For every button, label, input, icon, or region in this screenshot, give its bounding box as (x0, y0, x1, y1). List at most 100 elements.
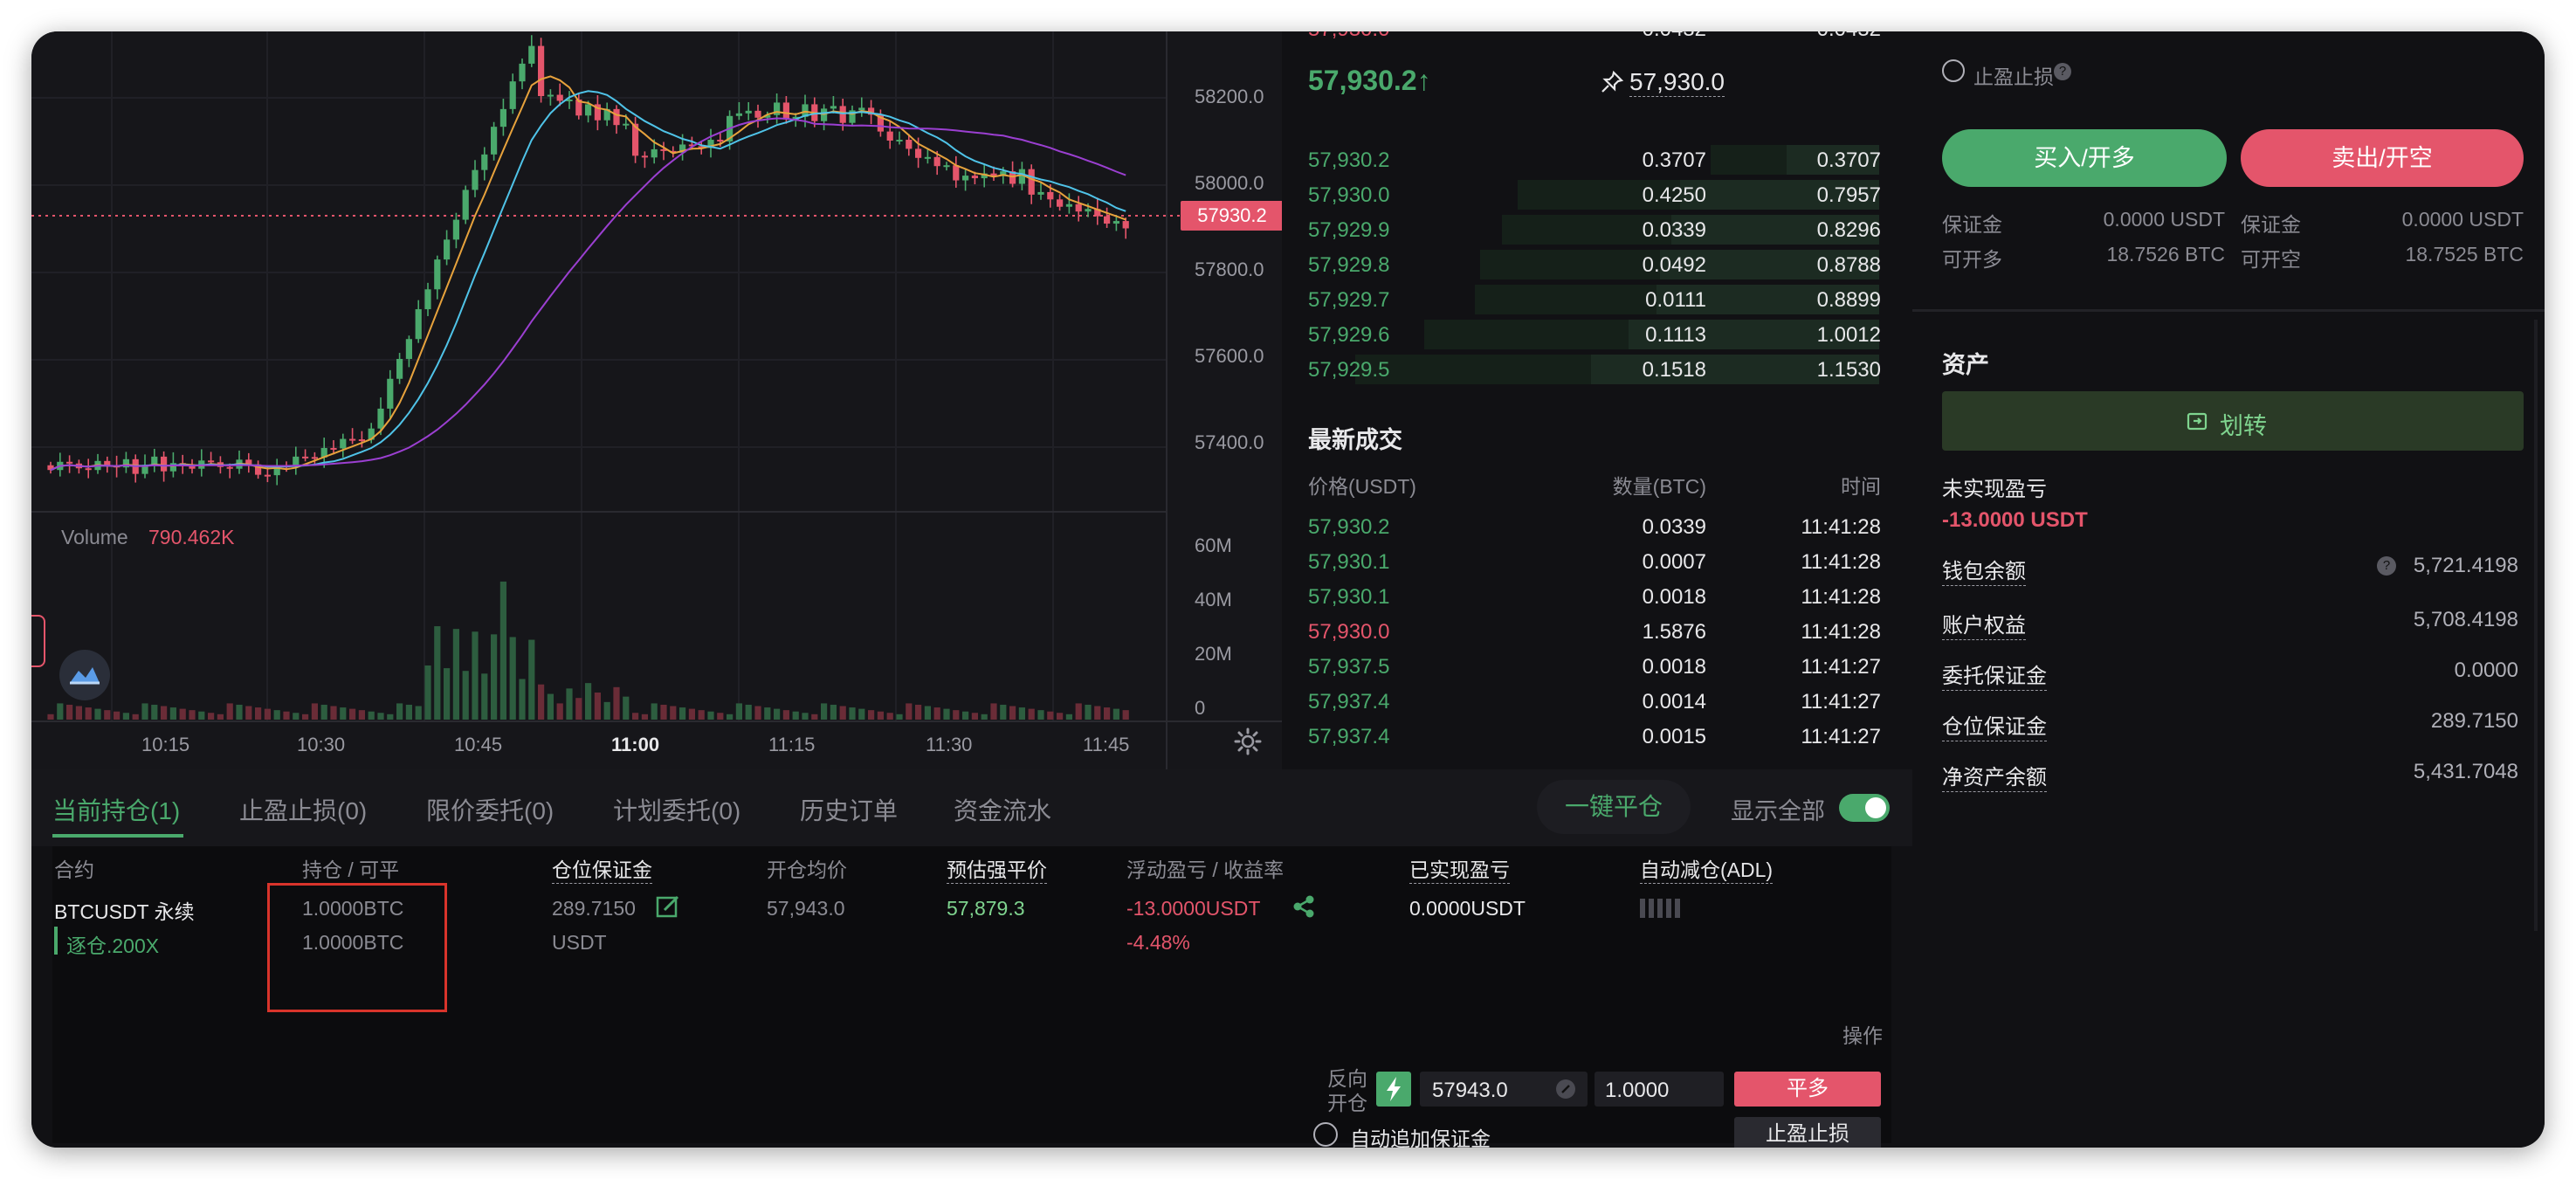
close-price-input[interactable]: 57943.0 (1420, 1072, 1588, 1107)
margin-mode: 逐仓.200X (66, 934, 160, 957)
asset-label[interactable]: 委托保证金 (1942, 658, 2047, 691)
candle (66, 455, 73, 473)
tpsl-button[interactable]: 止盈止损 (1734, 1117, 1881, 1148)
moving-average-line (50, 90, 1126, 472)
order-panel: 止盈止损 ? 买入/开多 卖出/开空 保证金 0.0000 USDT 保证金 0… (1912, 31, 2545, 1148)
price-axis-label: 58000.0 (1195, 172, 1264, 194)
moving-average-line (50, 117, 1126, 472)
position-contract[interactable]: BTCUSDT 永续 (54, 895, 195, 925)
asset-value: 0.0000 (2454, 658, 2518, 682)
price-reset-icon[interactable] (1556, 1079, 1575, 1099)
trade-time: 11:41:28 (1801, 620, 1881, 644)
sell-short-button[interactable]: 卖出/开空 (2241, 129, 2524, 187)
positions-panel: 当前持仓(1) 止盈止损(0) 限价委托(0) 计划委托(0) 历史订单 资金流… (31, 769, 1912, 1148)
drawing-toolbar-handle[interactable] (31, 615, 45, 667)
tradingview-logo-icon (59, 650, 110, 700)
bid-price: 57,930.0 (1308, 183, 1390, 207)
help-icon[interactable]: ? (2054, 63, 2071, 80)
volume-bar (868, 710, 875, 720)
position-roe: -4.48% (1126, 931, 1190, 954)
show-all-label: 显示全部 (1731, 798, 1825, 824)
bid-row[interactable]: 57,929.8 0.0492 0.8788 (1282, 248, 1912, 283)
tab-plan-orders[interactable]: 计划委托(0) (613, 792, 740, 827)
volume-bar (283, 711, 290, 720)
col-realized[interactable]: 已实现盈亏 (1409, 853, 1510, 884)
help-icon[interactable]: ? (2377, 556, 2396, 576)
col-adl[interactable]: 自动减仓(ADL) (1640, 853, 1774, 884)
mark-price-pin-icon (1600, 70, 1624, 94)
volume-bar (745, 704, 752, 720)
candle (538, 38, 545, 103)
volume-bar (727, 714, 734, 720)
time-axis-label: 10:15 (141, 734, 190, 755)
candle (1104, 207, 1111, 228)
candle (122, 452, 129, 473)
asset-label[interactable]: 钱包余额 (1942, 554, 2026, 586)
asset-label[interactable]: 账户权益 (1942, 608, 2026, 640)
volume-bar (491, 634, 498, 720)
volume-axis-label: 60M (1195, 534, 1232, 556)
bid-row[interactable]: 57,929.5 0.1518 1.1530 (1282, 353, 1912, 388)
candle (896, 131, 903, 145)
volume-bar (208, 713, 215, 720)
buy-long-button[interactable]: 买入/开多 (1942, 129, 2227, 187)
asset-row-order-margin: 委托保证金 0.0000 (1942, 653, 2518, 691)
bid-row[interactable]: 57,929.9 0.0339 0.8296 (1282, 213, 1912, 248)
tpsl-checkbox[interactable] (1942, 59, 1965, 82)
volume-bar (1018, 707, 1025, 720)
volume-bar (821, 703, 828, 720)
volume-bar (481, 673, 488, 720)
tab-fund-flow[interactable]: 资金流水 (954, 792, 1051, 827)
ask-row-partial[interactable]: 57,930.0 0.0432 0.0432 (1282, 31, 1912, 47)
candle (311, 452, 318, 465)
col-margin[interactable]: 仓位保证金 (552, 853, 652, 884)
candle (754, 104, 761, 128)
chart-settings-icon[interactable] (1233, 727, 1263, 756)
candle (387, 369, 394, 418)
auto-margin-checkbox[interactable] (1313, 1122, 1338, 1147)
bid-price: 57,929.9 (1308, 218, 1390, 242)
volume-bar (679, 707, 686, 720)
tab-current-positions[interactable]: 当前持仓(1) (52, 792, 180, 827)
candle (1075, 196, 1082, 222)
volume-bar (632, 713, 639, 720)
open-long-value: 18.7526 BTC (2106, 243, 2225, 265)
close-all-button[interactable]: 一键平仓 (1537, 780, 1691, 834)
transfer-button[interactable]: 划转 (1942, 391, 2524, 451)
close-qty-input[interactable]: 1.0000 (1595, 1072, 1724, 1107)
candle (396, 353, 403, 384)
volume-bar (886, 713, 893, 720)
bid-row[interactable]: 57,930.0 0.4250 0.7957 (1282, 178, 1912, 213)
recent-trades-title: 最新成交 (1308, 427, 1402, 453)
volume-bar (114, 711, 121, 720)
edit-margin-icon[interactable] (655, 893, 681, 920)
volume-bar (293, 713, 300, 720)
volume-bar (434, 626, 441, 720)
candlestick-chart[interactable] (31, 31, 1282, 769)
panel-scrollbar[interactable] (2534, 320, 2538, 931)
asset-label[interactable]: 净资产余额 (1942, 760, 2047, 792)
trades-col-price: 价格(USDT) (1308, 475, 1416, 498)
share-icon[interactable] (1291, 893, 1317, 920)
tab-tpsl[interactable]: 止盈止损(0) (239, 792, 367, 827)
close-long-button[interactable]: 平多 (1734, 1072, 1881, 1107)
bid-row[interactable]: 57,930.2 0.3707 0.3707 (1282, 143, 1912, 178)
volume-bar (320, 704, 327, 720)
trade-time: 11:41:27 (1801, 725, 1881, 748)
bid-row[interactable]: 57,929.7 0.0111 0.8899 (1282, 283, 1912, 318)
col-liq-price[interactable]: 预估强平价 (947, 853, 1047, 884)
tab-limit-orders[interactable]: 限价委托(0) (426, 792, 554, 827)
tab-order-history[interactable]: 历史订单 (800, 792, 898, 827)
price-chart[interactable]: 58200.0 58000.0 57800.0 57600.0 57400.0 … (31, 31, 1284, 769)
reverse-open-button[interactable] (1376, 1072, 1411, 1107)
bid-total: 0.3707 (1816, 148, 1881, 172)
show-all-toggle[interactable] (1839, 794, 1890, 822)
candle (273, 458, 280, 486)
asset-row-net-balance: 净资产余额 5,431.7048 (1942, 755, 2518, 792)
trade-qty: 0.0015 (1642, 725, 1706, 748)
volume-bar (1075, 703, 1082, 720)
position-entry-price: 57,943.0 (767, 897, 845, 920)
bid-price: 57,929.7 (1308, 288, 1390, 312)
bid-row[interactable]: 57,929.6 0.1113 1.0012 (1282, 318, 1912, 353)
asset-label[interactable]: 仓位保证金 (1942, 709, 2047, 741)
